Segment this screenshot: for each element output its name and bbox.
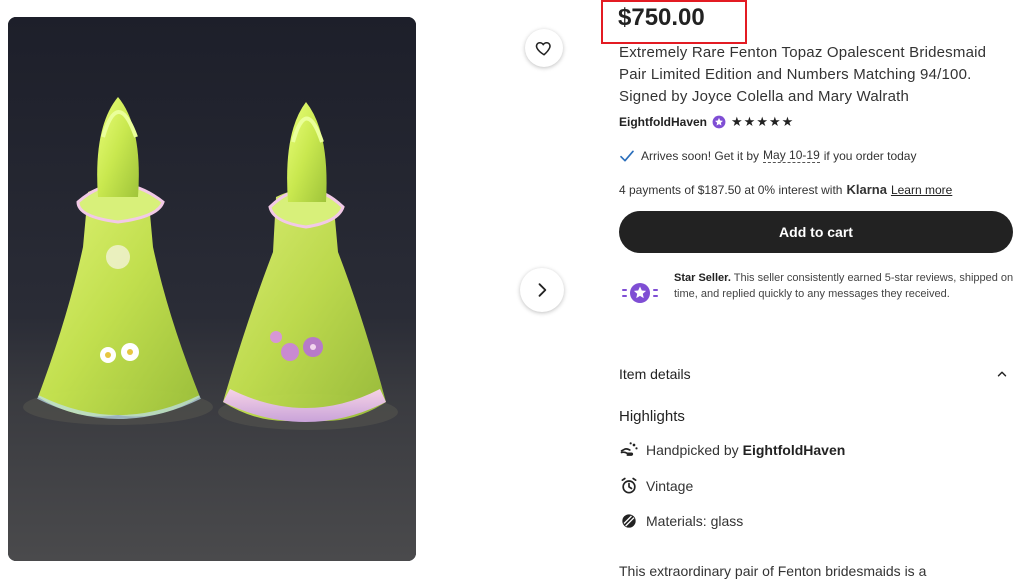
delivery-dates[interactable]: May 10-19 (763, 148, 820, 163)
rating-stars[interactable]: ★★★★★ (731, 114, 794, 130)
price: $750.00 (618, 4, 705, 31)
next-image-button[interactable] (520, 268, 564, 312)
handpicked-prefix: Handpicked by (646, 442, 739, 458)
bridesmaid-figurines-photo (8, 17, 416, 561)
star-seller-badge-icon (712, 115, 726, 129)
add-to-cart-button[interactable]: Add to cart (619, 211, 1013, 253)
listing-image[interactable] (8, 17, 416, 561)
klarna-logo: Klarna (846, 182, 887, 197)
star-seller-title: Star Seller. (674, 272, 731, 284)
shop-info: EightfoldHaven ★★★★★ (619, 114, 794, 130)
star-seller-info: Star Seller. This seller consistently ea… (620, 270, 1019, 306)
heart-icon (535, 42, 551, 56)
delivery-estimate: Arrives soon! Get it by May 10-19 if you… (619, 148, 916, 163)
payments-text: 4 payments of $187.50 at 0% interest wit… (619, 182, 843, 197)
learn-more-link[interactable]: Learn more (891, 183, 952, 197)
delivery-prefix: Arrives soon! Get it by (641, 148, 760, 163)
handpicked-row: Handpicked by EightfoldHaven (619, 440, 845, 460)
vintage-row: Vintage (619, 476, 693, 496)
delivery-suffix: if you order today (823, 148, 917, 163)
materials-row: Materials: glass (619, 511, 743, 531)
item-details-heading: Item details (619, 366, 691, 382)
listing-title: Extremely Rare Fenton Topaz Opalescent B… (619, 44, 987, 105)
vintage-label: Vintage (646, 478, 694, 494)
klarna-payments: 4 payments of $187.50 at 0% interest wit… (619, 182, 952, 197)
handpicked-shop-link[interactable]: EightfoldHaven (743, 442, 846, 458)
item-details-toggle[interactable]: Item details (619, 366, 1009, 382)
star-seller-text: Star Seller. This seller consistently ea… (674, 270, 1019, 306)
hand-icon (619, 440, 639, 460)
shop-name-link[interactable]: EightfoldHaven (619, 115, 707, 129)
chevron-up-icon (997, 371, 1007, 377)
item-description: This extraordinary pair of Fenton brides… (619, 563, 927, 579)
materials-label: Materials: glass (646, 513, 744, 529)
chevron-right-icon (538, 283, 547, 297)
alarm-clock-icon (619, 476, 639, 496)
materials-icon (619, 511, 639, 531)
check-icon (620, 150, 634, 162)
favorite-button[interactable] (525, 29, 563, 67)
highlights-heading: Highlights (619, 408, 685, 425)
star-seller-badge-icon (622, 283, 658, 303)
